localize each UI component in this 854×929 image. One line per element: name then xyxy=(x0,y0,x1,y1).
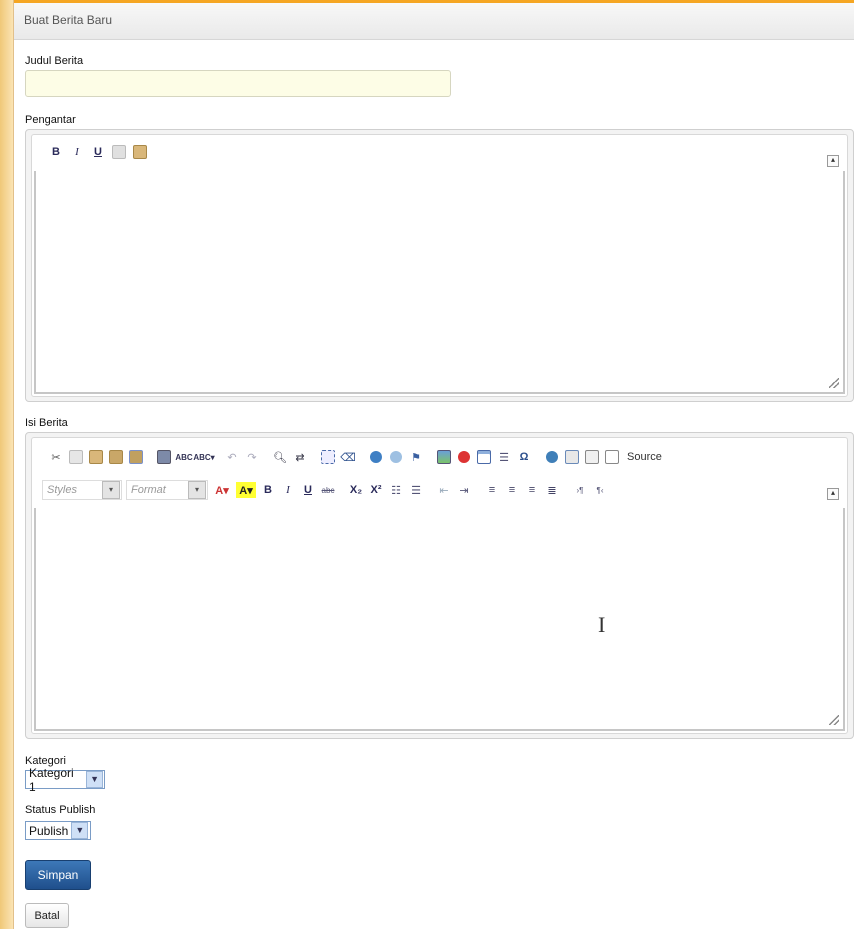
link-icon[interactable] xyxy=(368,449,384,465)
align-right-icon[interactable]: ≡ xyxy=(524,482,540,498)
copy-icon[interactable] xyxy=(111,144,127,160)
source-label[interactable]: Source xyxy=(627,451,662,463)
save-button[interactable]: Simpan xyxy=(25,860,91,890)
cut-icon[interactable]: ✂ xyxy=(48,449,64,465)
paste-text-icon[interactable] xyxy=(108,449,124,465)
outdent-icon[interactable]: ⇤ xyxy=(436,482,452,498)
bg-color-icon[interactable]: A▾ xyxy=(236,482,256,498)
bold-icon[interactable]: B xyxy=(260,482,276,498)
isi-edit-area[interactable] xyxy=(34,508,845,731)
status-label: Status Publish xyxy=(25,804,96,816)
strike-icon[interactable]: abc xyxy=(320,482,336,498)
subscript-icon[interactable]: X₂ xyxy=(348,482,364,498)
chevron-down-icon: ▾ xyxy=(188,481,206,499)
paste-word-icon[interactable] xyxy=(128,449,144,465)
flash-icon[interactable] xyxy=(456,449,472,465)
spellcheck-dropdown-icon[interactable]: ABC▾ xyxy=(193,449,214,465)
pengantar-label: Pengantar xyxy=(25,114,76,126)
kategori-select[interactable]: Kategori 1 ▼ xyxy=(25,766,105,794)
paste-icon[interactable] xyxy=(132,144,148,160)
rtl-icon[interactable]: ¶‹ xyxy=(592,482,608,498)
pengantar-editor: B I U ▴ xyxy=(25,129,854,402)
align-left-icon[interactable]: ≡ xyxy=(484,482,500,498)
isi-editor: ✂ ABC ABC▾ ↶ ↷ 🔍︎ ⇄ ⌫ ⚑ ☰ Ω Source Style… xyxy=(25,432,854,739)
isi-toolbar-row1: ✂ ABC ABC▾ ↶ ↷ 🔍︎ ⇄ ⌫ ⚑ ☰ Ω Source xyxy=(48,449,662,465)
chevron-down-icon: ▼ xyxy=(71,822,89,839)
numbered-list-icon[interactable]: ☷ xyxy=(388,482,404,498)
italic-icon[interactable]: I xyxy=(69,144,85,160)
special-char-icon[interactable]: Ω xyxy=(516,449,532,465)
resize-handle-icon[interactable] xyxy=(829,378,839,388)
underline-icon[interactable]: U xyxy=(90,144,106,160)
chevron-down-icon: ▾ xyxy=(102,481,120,499)
anchor-icon[interactable]: ⚑ xyxy=(408,449,424,465)
isi-toolbar-row2: Styles ▾ Format ▾ A▾ A▾ B I U abc X₂ X² … xyxy=(42,480,608,500)
undo-icon[interactable]: ↶ xyxy=(224,449,240,465)
horizontal-rule-icon[interactable]: ☰ xyxy=(496,449,512,465)
justify-icon[interactable]: ≣ xyxy=(544,482,560,498)
spellcheck-icon[interactable]: ABC xyxy=(175,449,192,465)
indent-icon[interactable]: ⇥ xyxy=(456,482,472,498)
redo-icon[interactable]: ↷ xyxy=(244,449,260,465)
align-center-icon[interactable]: ≡ xyxy=(504,482,520,498)
templates-icon[interactable] xyxy=(564,449,580,465)
underline-icon[interactable]: U xyxy=(300,482,316,498)
find-icon[interactable]: 🔍︎ xyxy=(272,449,288,465)
status-select[interactable]: Publish ▼ xyxy=(25,821,91,840)
print-icon[interactable] xyxy=(156,449,172,465)
judul-label: Judul Berita xyxy=(25,55,84,67)
preview-icon[interactable] xyxy=(584,449,600,465)
panel-title: Buat Berita Baru xyxy=(24,13,113,27)
iframe-icon[interactable] xyxy=(544,449,560,465)
replace-icon[interactable]: ⇄ xyxy=(292,449,308,465)
remove-format-icon[interactable]: ⌫ xyxy=(340,449,356,465)
paste-icon[interactable] xyxy=(88,449,104,465)
italic-icon[interactable]: I xyxy=(280,482,296,498)
collapse-toolbar-icon[interactable]: ▴ xyxy=(827,155,839,167)
bold-icon[interactable]: B xyxy=(48,144,64,160)
cancel-button[interactable]: Batal xyxy=(25,903,69,928)
text-color-icon[interactable]: A▾ xyxy=(212,482,232,498)
chevron-down-icon: ▼ xyxy=(86,771,103,788)
format-combo[interactable]: Format ▾ xyxy=(126,480,208,500)
pengantar-edit-area[interactable] xyxy=(34,171,845,394)
resize-handle-icon[interactable] xyxy=(829,715,839,725)
superscript-icon[interactable]: X² xyxy=(368,482,384,498)
panel-header: Buat Berita Baru xyxy=(14,3,854,40)
copy-icon[interactable] xyxy=(68,449,84,465)
select-all-icon[interactable] xyxy=(320,449,336,465)
isi-label: Isi Berita xyxy=(25,417,68,429)
bulleted-list-icon[interactable]: ☰ xyxy=(408,482,424,498)
unlink-icon[interactable] xyxy=(388,449,404,465)
styles-combo[interactable]: Styles ▾ xyxy=(42,480,122,500)
source-icon[interactable] xyxy=(604,449,620,465)
news-form: Judul Berita Pengantar B I U ▴ Isi Berit… xyxy=(14,40,854,929)
judul-input[interactable] xyxy=(25,70,451,97)
ltr-icon[interactable]: ›¶ xyxy=(572,482,588,498)
left-sidebar-strip xyxy=(0,0,14,929)
pengantar-toolbar: B I U xyxy=(48,144,148,160)
image-icon[interactable] xyxy=(436,449,452,465)
text-cursor-icon: I xyxy=(598,612,606,637)
collapse-toolbar-icon[interactable]: ▴ xyxy=(827,488,839,500)
table-icon[interactable] xyxy=(476,449,492,465)
